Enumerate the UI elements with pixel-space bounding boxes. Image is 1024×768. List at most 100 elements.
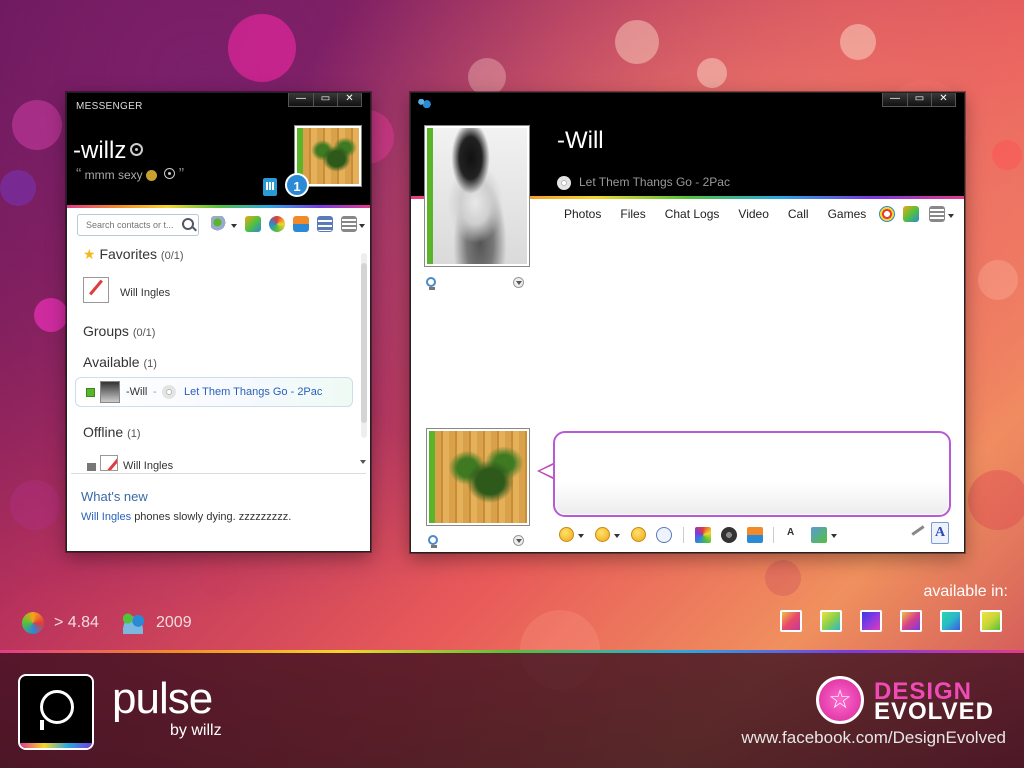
contact-picture[interactable] [83,277,109,303]
color-swatch-1[interactable] [780,610,802,632]
contact-list-scrollbar[interactable] [361,253,367,438]
menu-video[interactable]: Video [738,207,768,221]
star-icon: ☆ [828,684,852,714]
user-nickname[interactable]: -willz [73,137,144,165]
picture-menu-button[interactable] [513,535,524,546]
spellcheck-icon[interactable]: A [787,527,803,543]
news-contact-link[interactable]: Will Ingles [81,511,131,523]
messenger-logo-icon[interactable] [903,206,919,222]
chevron-down-icon[interactable] [578,534,584,538]
search-box[interactable] [77,214,199,236]
groups-group[interactable]: Groups (0/1) [83,323,155,339]
offline-count: (1) [127,428,141,440]
now-playing-text: Let Them Thangs Go - 2Pac [184,386,323,398]
brand-bottom: EVOLVED [874,698,994,725]
pencil-icon[interactable] [911,525,925,536]
plugin-icon[interactable] [269,216,285,232]
activities-icon[interactable] [879,206,895,222]
window-controls: — ▭ ✕ [288,93,362,107]
chevron-down-icon[interactable] [948,214,954,218]
cd-icon [162,385,176,399]
chevron-down-icon[interactable] [231,224,237,228]
news-item[interactable]: Will Ingles phones slowly dying. zzzzzzz… [81,511,291,523]
wink-icon[interactable] [595,527,610,542]
available-group[interactable]: Available (1) [83,354,157,370]
design-evolved-logo-icon: ☆ [816,676,864,724]
color-swatch-6[interactable] [980,610,1002,632]
list-divider [71,473,366,474]
messenger-header: MESSENGER — ▭ ✕ -willz “ mmm sexy ” 1 [67,93,370,205]
online-status-icon [86,388,95,397]
favorites-label: Favorites [99,246,158,262]
contact-display-picture[interactable] [424,125,530,267]
close-button[interactable]: ✕ [931,93,955,106]
search-icon[interactable] [182,218,194,230]
offline-label: Offline [83,424,124,440]
message-input[interactable] [555,433,949,515]
nudge-icon[interactable] [631,527,646,542]
webcam-icon[interactable] [428,535,438,548]
picture-menu-button[interactable] [513,277,524,288]
send-file-icon[interactable] [811,527,827,543]
winks-icon[interactable] [721,527,737,543]
emoticon-icon[interactable] [559,527,574,542]
favorite-contact-name[interactable]: Will Ingles [120,287,170,299]
shield-icon[interactable] [747,527,763,543]
news-text: phones slowly dying. zzzzzzzzz. [134,511,292,523]
menu-chat-logs[interactable]: Chat Logs [665,207,720,221]
search-input[interactable] [78,215,178,235]
offline-group[interactable]: Offline (1) [83,424,141,440]
chevron-down-icon[interactable] [359,224,365,228]
psm-circle-icon [164,168,176,180]
webcam-icon[interactable] [426,277,436,290]
maximize-button[interactable]: ▭ [907,93,931,106]
font-icon[interactable]: A [931,522,949,544]
menu-icon[interactable] [929,206,945,222]
add-contact-icon[interactable] [211,216,227,232]
messenger-buddy-icon[interactable] [417,97,431,109]
status-icon[interactable] [130,143,144,157]
personal-message[interactable]: “ mmm sexy ” [76,166,184,184]
color-swatch-3[interactable] [860,610,882,632]
menu-photos[interactable]: Photos [564,207,601,221]
color-swatch-2[interactable] [820,610,842,632]
menu-files[interactable]: Files [620,207,645,221]
chat-window: — ▭ ✕ -Will Let Them Thangs Go - 2Pac Ph… [410,92,965,553]
available-in-label: available in: [923,583,1009,600]
color-swatch-4[interactable] [900,610,922,632]
offline-contact-name[interactable]: Will Ingles [123,460,173,472]
menu-icon[interactable] [341,216,357,232]
header-divider [67,205,370,208]
bubble-tail [537,463,553,479]
year-text: 2009 [156,614,192,631]
whats-new-heading[interactable]: What's new [81,489,148,504]
close-button[interactable]: ✕ [337,93,361,106]
chevron-down-icon[interactable] [831,534,837,538]
groups-count: (0/1) [132,327,156,339]
shield-icon[interactable] [293,216,309,232]
color-swatch-5[interactable] [940,610,962,632]
contact-row-selected[interactable]: -Will - Let Them Thangs Go - 2Pac [75,377,353,407]
chat-contact-name: -Will [557,127,604,154]
version-text: > 4.84 [54,614,99,631]
background-icon[interactable] [695,527,711,543]
bonsai-image [303,128,359,184]
minimize-button[interactable]: — [883,93,907,106]
contact-picture[interactable] [100,455,118,471]
scroll-down-icon[interactable] [360,460,366,464]
layout-icon[interactable] [317,216,333,232]
minimize-button[interactable]: — [289,93,313,106]
toolbar-separator [683,527,684,543]
user-display-picture[interactable] [426,428,530,526]
messenger-logo-icon[interactable] [245,216,261,232]
menu-games[interactable]: Games [828,207,867,221]
notification-badge[interactable]: 1 [285,173,309,197]
maximize-button[interactable]: ▭ [313,93,337,106]
message-input-box[interactable] [553,431,951,517]
facebook-url[interactable]: www.facebook.com/DesignEvolved [741,728,1006,748]
favorites-group[interactable]: ★ Favorites (0/1) [83,246,184,263]
chevron-down-icon[interactable] [614,534,620,538]
voice-clip-icon[interactable] [656,527,672,543]
mobile-icon[interactable] [263,178,277,196]
menu-call[interactable]: Call [788,207,809,221]
